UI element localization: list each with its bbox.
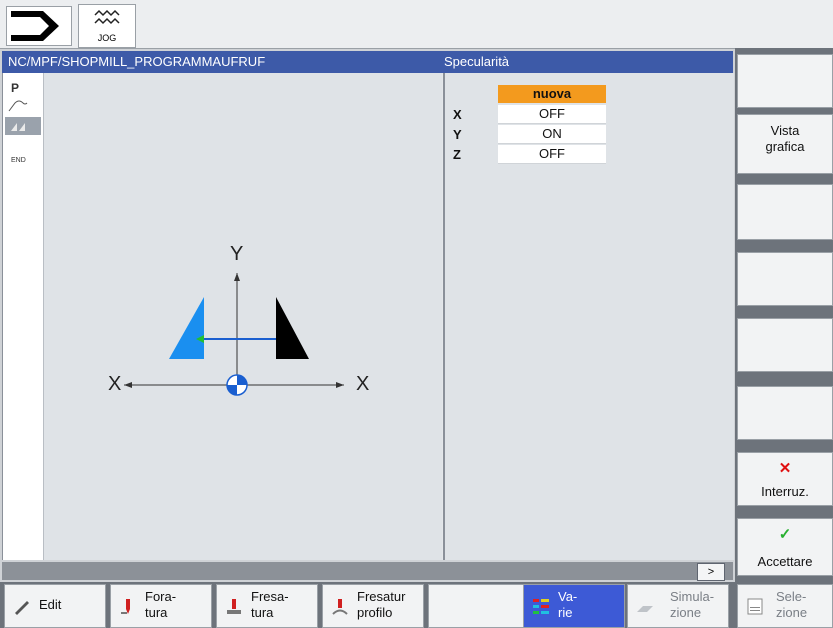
x-axis-left-label: X [108, 373, 122, 395]
y-axis-label: Y [230, 243, 244, 265]
contour-block[interactable] [5, 97, 41, 115]
hsk-contour-line2: profilo [357, 605, 393, 620]
hsk-milling-line1: Fresa- [251, 589, 289, 604]
hsk-various[interactable]: Va- rie [523, 584, 625, 628]
hsk-edit[interactable]: Edit [4, 584, 106, 628]
param-label-y: Y [453, 127, 462, 142]
hsk-empty[interactable] [428, 584, 530, 628]
vsk-5[interactable] [737, 318, 833, 372]
param-value-z[interactable]: OFF [498, 145, 606, 164]
machine-mode-button[interactable] [6, 6, 72, 46]
x-axis-right-label: X [356, 373, 370, 395]
vertical-softkey-bar: Vista grafica ✕ Interruz. ✓ Accettare [735, 48, 833, 628]
mirrored-triangle [169, 297, 204, 359]
y-axis-arrow [234, 273, 240, 281]
contour-milling-icon [332, 599, 348, 615]
hsk-various-line1: Va- [558, 589, 578, 604]
hsk-contour-line1: Fresatur [357, 589, 406, 604]
jog-mode-button[interactable]: JOG [78, 4, 136, 48]
x-axis-left-arrow [124, 382, 132, 388]
next-page-button[interactable]: > [697, 563, 725, 581]
x-axis-right-arrow [336, 382, 344, 388]
hsk-milling-line2: tura [251, 605, 274, 620]
hsk-various-line2: rie [558, 605, 573, 620]
cancel-icon: ✕ [778, 460, 792, 477]
mirror-block-icon [11, 123, 25, 131]
main-area: P END Y X X nuova X OFF Y ON Z OFF [2, 73, 734, 560]
jog-label: JOG [97, 33, 117, 43]
vsk-4[interactable] [737, 252, 833, 306]
vsk-1[interactable] [737, 54, 833, 108]
param-value-x[interactable]: OFF [498, 105, 606, 124]
simulation-icon [637, 606, 653, 612]
check-icon: ✓ [778, 526, 792, 543]
jog-wave-icon [94, 9, 120, 25]
hsk-edit-label: Edit [39, 597, 62, 612]
edit-pencil-icon [15, 601, 29, 615]
param-value-y[interactable]: ON [498, 125, 606, 144]
vsk-3[interactable] [737, 184, 833, 240]
hsk-drilling-line1: Fora- [145, 589, 177, 604]
param-label-x: X [453, 107, 462, 122]
graphic-view: Y X X [44, 73, 442, 560]
hsk-milling[interactable]: Fresa- tura [216, 584, 318, 628]
vsk-vista-grafica[interactable]: Vista grafica [737, 114, 833, 174]
horizontal-softkey-bar: Edit Fora- tura Fresa- tura Fresatur pro… [0, 582, 735, 628]
program-path: NC/MPF/SHOPMILL_PROGRAMMAUFRUF [8, 54, 266, 69]
mode-arrow-icon [11, 11, 59, 41]
param-label-z: Z [453, 147, 461, 162]
hsk-drilling[interactable]: Fora- tura [110, 584, 212, 628]
hsk-selection-line2: zione [776, 605, 808, 620]
top-bar: JOG [0, 0, 833, 49]
vsk-6[interactable] [737, 386, 833, 440]
original-triangle [276, 297, 309, 359]
param-header-new: nuova [498, 85, 606, 103]
vsk-interrupt[interactable]: ✕ Interruz. [737, 452, 833, 506]
vsk-interrupt-label: Interruz. [761, 484, 809, 499]
milling-icon [227, 599, 241, 614]
various-icon [533, 599, 549, 614]
program-strip: P END [3, 73, 44, 560]
vsk-accept[interactable]: ✓ Accettare [737, 518, 833, 576]
title-bar: NC/MPF/SHOPMILL_PROGRAMMAUFRUF Speculari… [2, 51, 733, 73]
hsk-selection[interactable]: Sele- zione [737, 584, 833, 628]
parameter-panel: nuova X OFF Y ON Z OFF [445, 73, 734, 560]
mirror-block-selected[interactable] [5, 117, 41, 135]
hsk-contour-milling[interactable]: Fresatur profilo [322, 584, 424, 628]
hsk-drilling-line2: tura [145, 605, 168, 620]
hsk-simulation-line1: Simula- [670, 589, 715, 604]
drill-icon [121, 599, 130, 614]
status-bar [2, 562, 733, 580]
hsk-selection-line1: Sele- [776, 589, 807, 604]
function-title: Specularità [444, 54, 510, 69]
vsk-grafica-label: grafica [765, 139, 805, 154]
vsk-vista-label: Vista [770, 123, 800, 138]
mirror-graphic [124, 273, 344, 396]
hsk-simulation[interactable]: Simula- zione [627, 584, 729, 628]
vsk-accept-label: Accettare [757, 554, 813, 569]
nc-select-icon [747, 598, 763, 615]
hsk-simulation-line2: zione [670, 605, 702, 620]
contour-icon [8, 100, 28, 112]
